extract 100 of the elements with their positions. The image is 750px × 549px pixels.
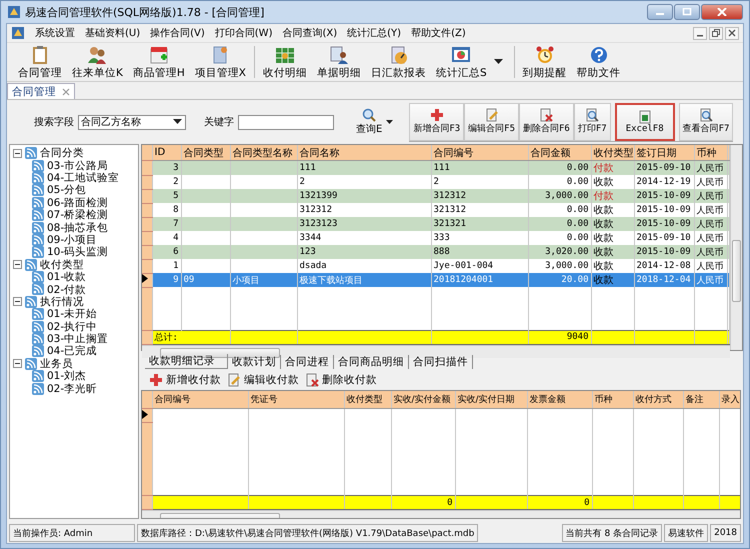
table-cell: 收款 <box>594 205 614 216</box>
column-header[interactable]: 收付类型 <box>591 145 634 160</box>
column-header[interactable]: 合同编号 <box>431 145 528 160</box>
tree-item[interactable]: 08-抽芯承包 <box>47 220 108 235</box>
collapse-icon[interactable] <box>13 297 22 306</box>
tree-item[interactable]: 03-市公路局 <box>47 158 108 173</box>
dropdown-arrow-icon[interactable] <box>386 120 394 124</box>
minimize-button[interactable] <box>647 4 673 20</box>
column-header[interactable]: ID <box>152 145 181 160</box>
action-button[interactable]: 编辑合同F5 <box>464 102 520 140</box>
document-tab[interactable]: 合同管理 <box>7 83 75 99</box>
tree-item[interactable]: 执行情况 <box>40 294 84 309</box>
search-field-dropdown[interactable]: 合同乙方名称 <box>78 114 186 130</box>
action-button[interactable]: 删除合同F6 <box>519 102 574 140</box>
collapse-icon[interactable] <box>13 260 22 270</box>
column-header[interactable]: 币种 <box>592 391 633 408</box>
column-header[interactable]: 实收/实付金额 <box>391 391 455 408</box>
column-header[interactable]: 合同类型 <box>181 145 230 160</box>
tree-item[interactable]: 10-码头监测 <box>47 245 108 260</box>
close-button[interactable] <box>725 26 739 40</box>
column-header[interactable]: 签订日期 <box>634 145 694 160</box>
column-header[interactable]: 实收/实付日期 <box>455 391 527 408</box>
toolbar-button[interactable]: 商品管理H <box>128 44 190 80</box>
table-cell: 0.00 <box>566 233 588 243</box>
menu-item[interactable]: 统计汇总(Y) <box>347 26 402 40</box>
tree-item[interactable]: 02-付款 <box>47 282 86 296</box>
vertical-scrollbar[interactable] <box>730 145 742 350</box>
tree-item[interactable]: 04-已完成 <box>47 344 98 358</box>
table-cell: 4 <box>173 233 178 243</box>
menu-item[interactable]: 操作合同(V) <box>150 26 205 40</box>
menu-item[interactable]: 系统设置 <box>35 26 75 40</box>
toolbar-button[interactable]: 往来单位K <box>67 44 128 80</box>
toolbar-button[interactable]: 日汇款报表 <box>366 44 431 80</box>
tree-item[interactable]: 02-执行中 <box>47 320 98 334</box>
table-cell: 0.00 <box>566 177 588 187</box>
column-header[interactable]: 备注 <box>683 391 719 408</box>
column-header[interactable]: 凭证号 <box>248 391 344 408</box>
column-header[interactable]: 合同类型名称 <box>230 145 297 160</box>
tree-item[interactable]: 01-未开始 <box>47 307 98 322</box>
column-header[interactable]: 收付方式 <box>633 391 683 408</box>
detail-tab[interactable]: 合同扫描件 <box>409 354 473 368</box>
detail-action-button[interactable]: 编辑收付款 <box>227 373 299 387</box>
tree-item[interactable]: 07-桥梁检测 <box>47 208 108 222</box>
feed-icon <box>25 258 37 271</box>
feed-icon <box>32 370 44 382</box>
keyword-field[interactable] <box>238 114 334 130</box>
table-cell: 1 <box>173 261 178 271</box>
detail-tab[interactable]: 合同进程 <box>281 354 334 368</box>
feed-icon <box>32 209 44 222</box>
toolbar-button[interactable]: 帮助文件 <box>572 44 626 80</box>
tree-item[interactable]: 05-分包 <box>47 183 86 198</box>
toolbar-button[interactable]: 统计汇总S <box>431 44 492 80</box>
tree-item[interactable]: 03-中止搁置 <box>47 332 108 346</box>
collapse-icon[interactable] <box>13 148 22 158</box>
tree-item[interactable]: 04-工地试验室 <box>47 170 120 185</box>
action-button[interactable]: 查看合同F7 <box>678 102 734 140</box>
menu-item[interactable]: 帮助文件(Z) <box>411 26 466 40</box>
detail-tab[interactable]: 合同商品明细 <box>334 354 409 368</box>
toolbar-button[interactable]: 单据明细 <box>312 44 366 80</box>
close-icon[interactable] <box>62 88 70 96</box>
menu-item[interactable]: 合同查询(X) <box>282 26 338 40</box>
column-header[interactable]: 币种 <box>694 145 727 160</box>
toolbar-button[interactable]: 项目管理X <box>190 44 251 80</box>
column-header[interactable]: 录入 <box>719 391 740 408</box>
close-button[interactable] <box>701 4 743 20</box>
horizontal-scrollbar[interactable] <box>142 344 730 358</box>
collapse-icon[interactable] <box>13 359 22 368</box>
detail-action-button[interactable]: 删除收付款 <box>305 373 377 387</box>
menu-item[interactable]: 基础资料(U) <box>85 26 140 40</box>
tree-item[interactable]: 06-路面检测 <box>47 196 108 210</box>
dropdown-arrow-icon[interactable] <box>494 59 503 65</box>
restore-button[interactable] <box>709 26 723 40</box>
toolbar-button[interactable]: 收付明细 <box>258 44 312 80</box>
feed-icon <box>32 320 44 333</box>
minimize-button[interactable] <box>693 26 707 40</box>
menu-item[interactable]: 打印合同(W) <box>214 26 272 40</box>
tree-item[interactable]: 09-小项目 <box>47 232 98 247</box>
column-header[interactable]: 合同金额 <box>528 145 591 160</box>
column-header[interactable]: 发票金额 <box>527 391 592 408</box>
toolbar-button[interactable]: 合同管理 <box>13 44 67 80</box>
column-header[interactable]: 合同编号 <box>152 391 248 408</box>
column-header[interactable]: 收付类型 <box>344 391 391 408</box>
toolbar-button[interactable]: 到期提醒 <box>518 44 572 80</box>
tree-item[interactable]: 01-刘杰 <box>47 369 86 384</box>
detail-action-button[interactable]: 新增收付款 <box>149 373 221 387</box>
table-cell: 收款 <box>594 219 614 230</box>
action-button[interactable]: ExcelF8 <box>614 102 675 140</box>
action-button[interactable]: 新增合同F3 <box>409 102 464 140</box>
feed-icon <box>32 246 44 258</box>
detail-tab[interactable]: 收款计划 <box>228 354 281 368</box>
tree-item[interactable]: 合同分类 <box>40 146 84 160</box>
tree-item[interactable]: 收付类型 <box>40 258 84 272</box>
tree-item[interactable]: 01-收款 <box>47 270 86 284</box>
maximize-button[interactable] <box>674 4 700 20</box>
column-header[interactable]: 合同名称 <box>297 145 431 160</box>
action-button[interactable]: 打印F7 <box>574 102 611 140</box>
detail-tab[interactable]: 收款明细记录 <box>145 354 228 369</box>
tree-item[interactable]: 业务员 <box>40 356 73 371</box>
query-button[interactable]: 查询E <box>356 108 382 136</box>
tree-item[interactable]: 02-李光昕 <box>47 382 98 396</box>
